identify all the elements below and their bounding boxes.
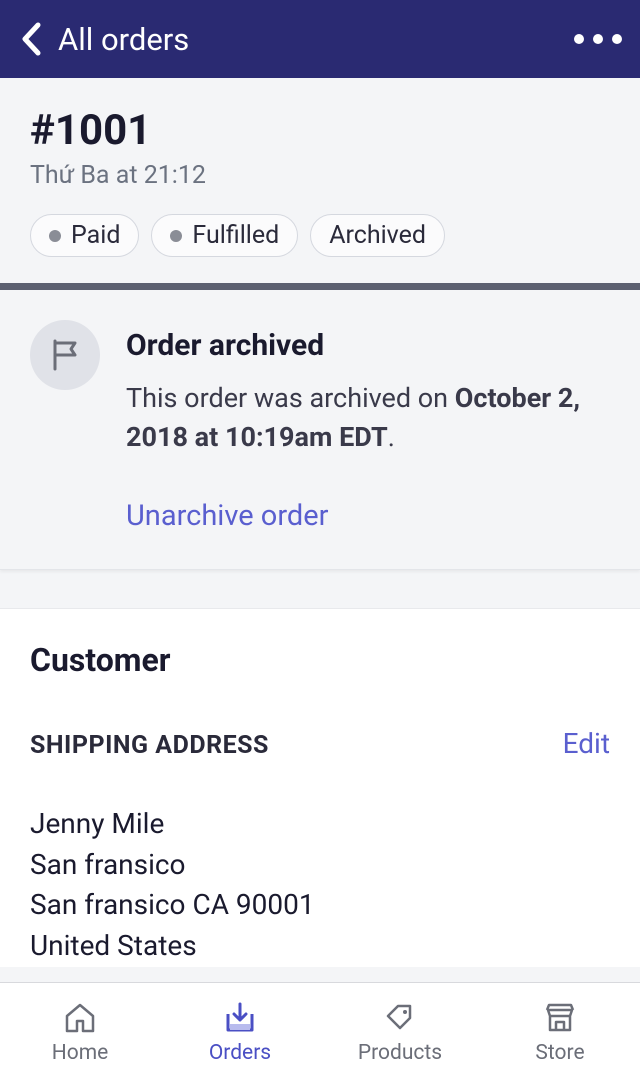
shipping-header-row: SHIPPING ADDRESS Edit: [30, 727, 610, 760]
archived-title: Order archived: [126, 328, 610, 363]
status-dot-icon: [49, 230, 61, 242]
flag-icon: [45, 335, 85, 375]
tab-store[interactable]: Store: [480, 999, 640, 1065]
customer-title: Customer: [30, 641, 610, 679]
tab-home[interactable]: Home: [0, 999, 160, 1065]
archived-text: This order was archived on October 2, 20…: [126, 379, 610, 457]
badge-label: Archived: [329, 221, 426, 250]
more-menu-button[interactable]: [574, 34, 622, 44]
address-name: Jenny Mile: [30, 804, 610, 845]
tab-orders[interactable]: Orders: [160, 999, 320, 1065]
address-country: United States: [30, 926, 610, 967]
bottom-tabbar: Home Orders Products Store: [0, 982, 640, 1080]
badge-archived: Archived: [310, 214, 445, 257]
tab-label: Home: [52, 1041, 109, 1065]
dot-icon: [593, 34, 603, 44]
badge-label: Fulfilled: [192, 221, 279, 250]
archived-body: Order archived This order was archived o…: [126, 320, 610, 533]
order-date: Thứ Ba at 21:12: [30, 161, 610, 190]
archived-text-prefix: This order was archived on: [126, 382, 455, 414]
badge-paid: Paid: [30, 214, 139, 257]
header-title: All orders: [58, 21, 189, 58]
store-icon: [541, 999, 579, 1037]
edit-shipping-button[interactable]: Edit: [563, 727, 610, 760]
badge-fulfilled: Fulfilled: [151, 214, 298, 257]
order-number: #1001: [30, 106, 610, 155]
tab-products[interactable]: Products: [320, 999, 480, 1065]
address-line2: San fransico CA 90001: [30, 885, 610, 926]
archived-notice: Order archived This order was archived o…: [0, 290, 640, 570]
order-badges: Paid Fulfilled Archived: [30, 214, 610, 257]
tab-label: Store: [535, 1041, 584, 1065]
flag-icon-circle: [30, 320, 100, 390]
dot-icon: [574, 34, 584, 44]
section-divider: [0, 283, 640, 290]
status-dot-icon: [170, 230, 182, 242]
header-back-group[interactable]: All orders: [10, 18, 189, 60]
archived-text-suffix: .: [388, 421, 395, 453]
app-header: All orders: [0, 0, 640, 78]
back-icon: [10, 18, 52, 60]
order-meta-section: #1001 Thứ Ba at 21:12 Paid Fulfilled Arc…: [0, 78, 640, 283]
shipping-address: Jenny Mile San fransico San fransico CA …: [30, 804, 610, 966]
unarchive-button[interactable]: Unarchive order: [126, 499, 328, 533]
home-icon: [61, 999, 99, 1037]
orders-icon: [221, 999, 259, 1037]
shipping-address-label: SHIPPING ADDRESS: [30, 731, 269, 760]
address-line1: San fransico: [30, 845, 610, 886]
customer-section: Customer SHIPPING ADDRESS Edit Jenny Mil…: [0, 608, 640, 966]
badge-label: Paid: [71, 221, 120, 250]
dot-icon: [612, 34, 622, 44]
products-icon: [381, 999, 419, 1037]
tab-label: Orders: [209, 1041, 271, 1065]
tab-label: Products: [358, 1041, 442, 1065]
